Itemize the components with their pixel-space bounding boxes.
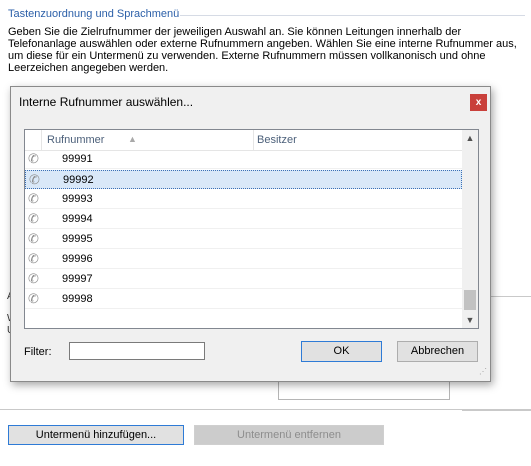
phone-icon: ✆: [28, 251, 39, 266]
list-item[interactable]: ✆ 99995: [25, 230, 462, 249]
phone-icon: ✆: [29, 172, 40, 187]
row-number: 99994: [62, 213, 93, 225]
section-title: Tastenzuordnung und Sprachmenü: [8, 8, 180, 20]
row-number: 99998: [62, 293, 93, 305]
row-number: 99995: [62, 233, 93, 245]
section-divider: [180, 15, 525, 16]
filter-label: Filter:: [24, 346, 52, 358]
background-divider: [490, 296, 531, 297]
scrollbar-thumb[interactable]: [464, 290, 476, 310]
list-item[interactable]: ✆ 99994: [25, 210, 462, 229]
list-item[interactable]: ✆ 99991: [25, 150, 462, 169]
filter-input[interactable]: [69, 342, 205, 360]
phone-icon: ✆: [28, 191, 39, 206]
list-item[interactable]: ✆ 99993: [25, 190, 462, 209]
column-header-number[interactable]: Rufnummer: [47, 134, 104, 146]
scroll-up-icon[interactable]: ▲: [462, 130, 478, 146]
row-number: 99991: [62, 153, 93, 165]
resize-grip-icon[interactable]: ⋰: [479, 368, 489, 379]
column-separator[interactable]: [253, 130, 254, 150]
phone-icon: ✆: [28, 211, 39, 226]
sort-ascending-icon: ▲: [128, 134, 137, 144]
background-divider: [462, 410, 531, 411]
add-submenu-button[interactable]: Untermenü hinzufügen...: [8, 425, 184, 445]
row-number: 99993: [62, 193, 93, 205]
column-separator: [41, 130, 42, 150]
remove-submenu-button: Untermenü entfernen: [194, 425, 384, 445]
close-icon[interactable]: x: [470, 94, 487, 111]
row-number: 99996: [62, 253, 93, 265]
list-item-selected[interactable]: ✆ 99992: [25, 170, 462, 189]
dialog-title: Interne Rufnummer auswählen...: [19, 95, 194, 109]
row-number: 99997: [62, 273, 93, 285]
list-header: Rufnummer ▲ Besitzer: [25, 130, 462, 151]
list-item[interactable]: ✆ 99998: [25, 290, 462, 309]
background-divider: [0, 409, 531, 410]
phone-icon: ✆: [28, 291, 39, 306]
row-number: 99992: [63, 174, 94, 186]
number-list[interactable]: Rufnummer ▲ Besitzer ✆ 99991 ✆ 99992 ✆ 9…: [24, 129, 479, 329]
section-description: Geben Sie die Zielrufnummer der jeweilig…: [8, 26, 517, 74]
list-item[interactable]: ✆ 99997: [25, 270, 462, 289]
phone-icon: ✆: [28, 151, 39, 166]
scroll-down-icon[interactable]: ▼: [462, 312, 478, 328]
phone-icon: ✆: [28, 271, 39, 286]
phone-icon: ✆: [28, 231, 39, 246]
select-internal-number-dialog: Interne Rufnummer auswählen... x Rufnumm…: [10, 86, 491, 382]
column-header-owner[interactable]: Besitzer: [257, 134, 297, 146]
ok-button[interactable]: OK: [301, 341, 382, 362]
cancel-button[interactable]: Abbrechen: [397, 341, 478, 362]
vertical-scrollbar[interactable]: ▲ ▼: [462, 130, 478, 328]
list-item[interactable]: ✆ 99996: [25, 250, 462, 269]
